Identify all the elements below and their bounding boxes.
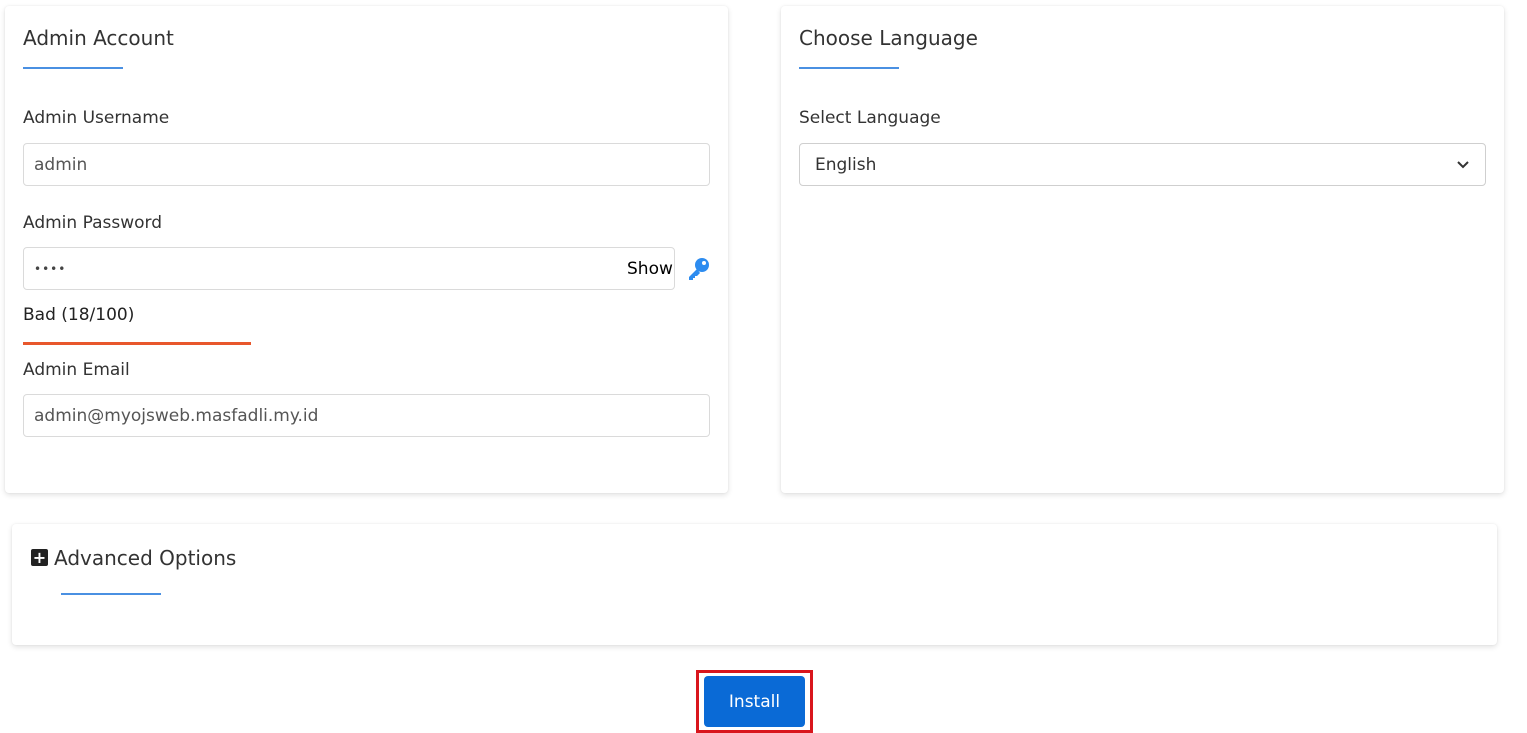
admin-account-card: Admin Account Admin Username Admin Passw…	[5, 6, 728, 493]
choose-language-title-rule	[799, 67, 899, 69]
admin-username-input[interactable]	[23, 143, 710, 186]
admin-account-title: Admin Account	[23, 26, 174, 50]
key-icon[interactable]	[686, 256, 712, 286]
install-button[interactable]: Install	[704, 676, 805, 727]
admin-email-label: Admin Email	[23, 360, 130, 380]
advanced-options-title-rule	[61, 593, 161, 595]
plus-square-icon[interactable]: +	[31, 549, 48, 566]
admin-password-label: Admin Password	[23, 213, 162, 233]
admin-password-input[interactable]: ••••	[23, 247, 675, 290]
language-select-value: English	[815, 154, 877, 175]
admin-username-label: Admin Username	[23, 108, 170, 128]
select-language-label: Select Language	[799, 108, 941, 128]
language-select[interactable]: English	[799, 143, 1486, 186]
choose-language-card: Choose Language Select Language English	[781, 6, 1504, 493]
password-strength-bar	[23, 342, 251, 345]
password-strength-text: Bad (18/100)	[23, 305, 135, 325]
advanced-options-card: + Advanced Options	[12, 524, 1497, 645]
admin-password-value: ••••	[34, 261, 67, 276]
show-password-button[interactable]: Show	[627, 259, 673, 279]
chevron-down-icon	[1456, 155, 1470, 175]
admin-email-input[interactable]	[23, 394, 710, 437]
admin-account-title-rule	[23, 67, 123, 69]
choose-language-title: Choose Language	[799, 26, 978, 50]
advanced-options-title[interactable]: Advanced Options	[54, 546, 236, 570]
